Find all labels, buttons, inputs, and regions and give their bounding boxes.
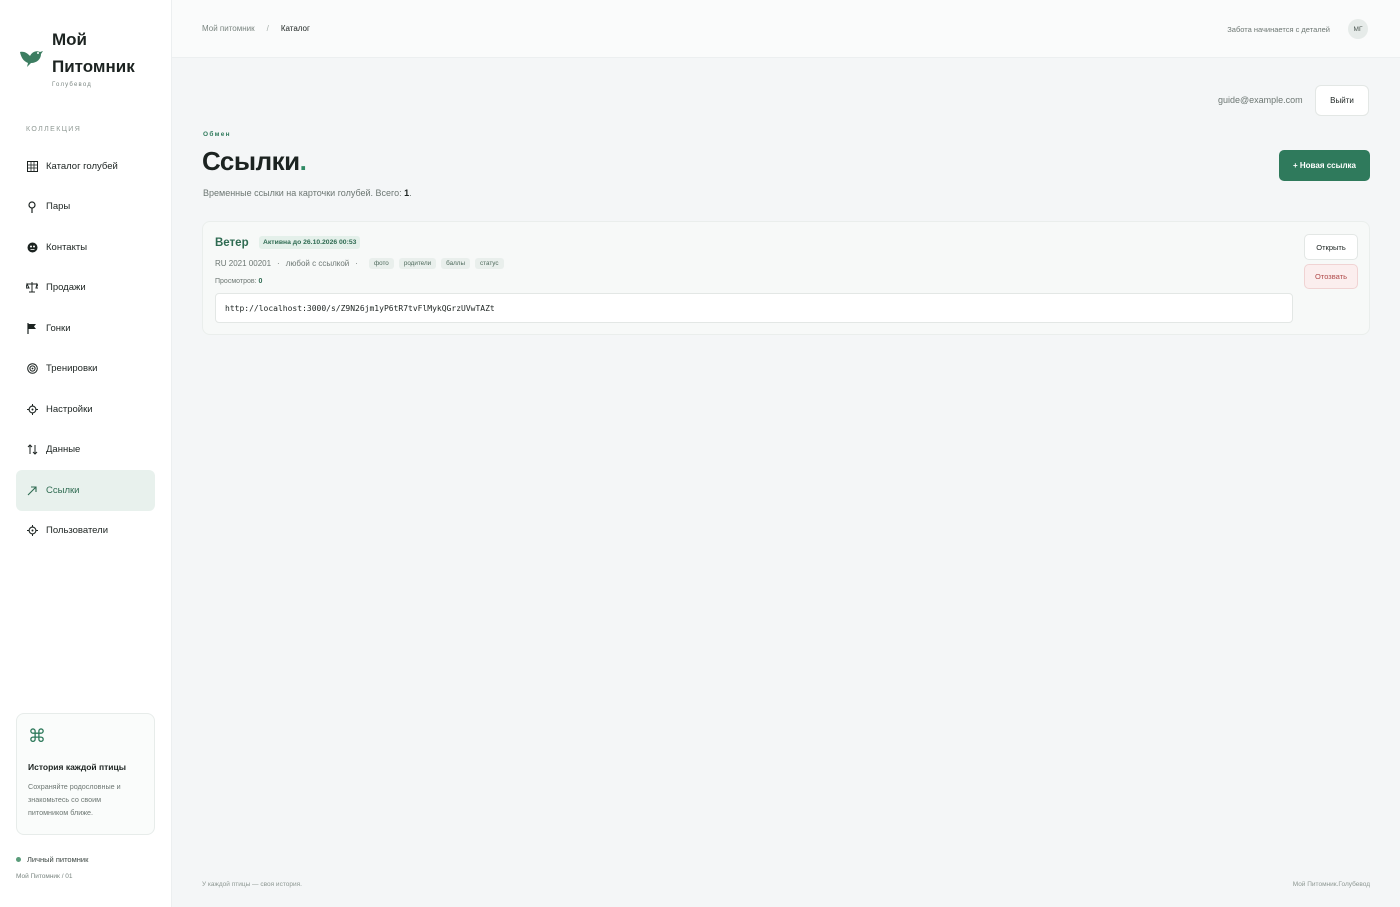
ring-number: RU 2021 00201 xyxy=(215,259,272,268)
meta-separator: · xyxy=(277,259,280,268)
breadcrumb-current[interactable]: Каталог xyxy=(281,24,310,33)
avatar[interactable]: МГ xyxy=(1348,19,1368,39)
new-link-button[interactable]: + Новая ссылка xyxy=(1279,150,1370,181)
breadcrumb-home[interactable]: Мой питомник xyxy=(202,24,255,33)
page-subtitle: Временные ссылки на карточки голубей. Вс… xyxy=(203,188,412,198)
views-label: Просмотров: xyxy=(215,278,257,285)
status-badge: Активна до 26.10.2026 00:53 xyxy=(259,236,361,249)
share-url-field[interactable]: http://localhost:3000/s/Z9N26jm1yP6tR7tv… xyxy=(215,293,1293,323)
footer-right: Мой Питомник.Голубевод xyxy=(1292,881,1370,888)
sidebar: Мой Питомник Голубевод КОЛЛЕКЦИЯ Каталог… xyxy=(0,0,172,907)
open-button[interactable]: Открыть xyxy=(1304,234,1358,260)
tagline: Забота начинается с деталей xyxy=(1227,25,1330,34)
footer-left: У каждой птицы — своя история. xyxy=(202,881,302,888)
sidebar-item-label: Ссылки xyxy=(46,484,80,496)
sidebar-item-users[interactable]: Пользователи xyxy=(16,511,155,552)
version-label: Мой Питомник / 01 xyxy=(16,873,73,880)
sidebar-item-links[interactable]: Ссылки xyxy=(16,470,155,511)
sidebar-item-pairs[interactable]: Пары xyxy=(16,187,155,228)
user-email: guide@example.com xyxy=(1218,95,1303,105)
scope-chip: баллы xyxy=(441,258,471,269)
pin-icon xyxy=(26,201,38,213)
page-title-dot: . xyxy=(299,146,307,176)
subtitle-text: Временные ссылки на карточки голубей. Вс… xyxy=(203,188,405,198)
page-title-text: Ссылки xyxy=(202,146,300,176)
sidebar-item-label: Продажи xyxy=(46,282,86,294)
gear-icon xyxy=(26,403,38,415)
sidebar-item-label: Гонки xyxy=(46,322,71,334)
pigeon-name[interactable]: Ветер xyxy=(215,237,249,249)
sidebar-item-sales[interactable]: Продажи xyxy=(16,268,155,309)
breadcrumb: Мой питомник / Каталог xyxy=(202,24,310,33)
scales-icon xyxy=(26,282,38,294)
scope-chip: родители xyxy=(398,258,437,269)
link-meta: RU 2021 00201 · любой с ссылкой · фото р… xyxy=(215,258,504,269)
views-count: Просмотров: 0 xyxy=(215,278,262,285)
nav-section-label: КОЛЛЕКЦИЯ xyxy=(26,126,82,133)
sidebar-item-contacts[interactable]: Контакты xyxy=(16,227,155,268)
grid-icon xyxy=(26,160,38,172)
page-eyebrow: Обмен xyxy=(203,131,231,138)
status-indicator: Личный питомник xyxy=(16,855,88,864)
sidebar-item-label: Пары xyxy=(46,201,71,213)
sidebar-item-label: Пользователи xyxy=(46,525,109,537)
status-dot xyxy=(16,857,21,862)
sidebar-item-data[interactable]: Данные xyxy=(16,430,155,471)
sidebar-item-catalog[interactable]: Каталог голубей xyxy=(16,146,155,187)
brand-subtitle: Голубевод xyxy=(52,82,92,88)
access-mode: любой с ссылкой xyxy=(285,259,350,268)
breadcrumb-separator: / xyxy=(266,24,269,33)
brand[interactable]: Мой Питомник Голубевод xyxy=(17,26,142,88)
flag-icon xyxy=(26,322,38,334)
brand-title: Мой Питомник xyxy=(52,30,135,76)
sidebar-item-label: Контакты xyxy=(46,241,88,253)
meta-separator: · xyxy=(355,259,358,268)
sort-arrows-icon xyxy=(26,444,38,456)
page-title: Ссылки. xyxy=(202,146,307,177)
command-icon: ⌘ xyxy=(28,726,46,746)
link-arrow-icon xyxy=(26,484,38,496)
sidebar-item-trainings[interactable]: Тренировки xyxy=(16,349,155,390)
contacts-icon xyxy=(26,241,38,253)
sidebar-nav: Каталог голубей Пары Контакты Продажи Го… xyxy=(16,146,155,551)
promo-text: Сохраняйте родословные и знакомьтесь со … xyxy=(28,782,121,817)
promo-title: История каждой птицы xyxy=(28,762,127,772)
subtitle-suffix: . xyxy=(409,188,412,198)
sidebar-item-label: Каталог голубей xyxy=(46,160,118,172)
sidebar-item-label: Данные xyxy=(46,444,81,456)
bird-logo-icon xyxy=(20,51,43,67)
users-icon xyxy=(26,525,38,537)
topbar: Мой питомник / Каталог Забота начинается… xyxy=(172,0,1400,58)
target-icon xyxy=(26,363,38,375)
promo-card: ⌘ История каждой птицы Сохраняйте родосл… xyxy=(16,713,155,835)
status-text: Личный питомник xyxy=(27,855,89,864)
scope-chip: фото xyxy=(368,258,394,269)
logout-button[interactable]: Выйти xyxy=(1315,85,1369,116)
sidebar-item-races[interactable]: Гонки xyxy=(16,308,155,349)
sidebar-item-label: Тренировки xyxy=(46,363,98,375)
sidebar-item-label: Настройки xyxy=(46,403,93,415)
link-card: Ветер Активна до 26.10.2026 00:53 RU 202… xyxy=(202,221,1370,335)
scope-chip: статус xyxy=(475,258,504,269)
revoke-button[interactable]: Отозвать xyxy=(1304,264,1358,289)
sidebar-item-settings[interactable]: Настройки xyxy=(16,389,155,430)
views-value: 0 xyxy=(258,278,263,285)
